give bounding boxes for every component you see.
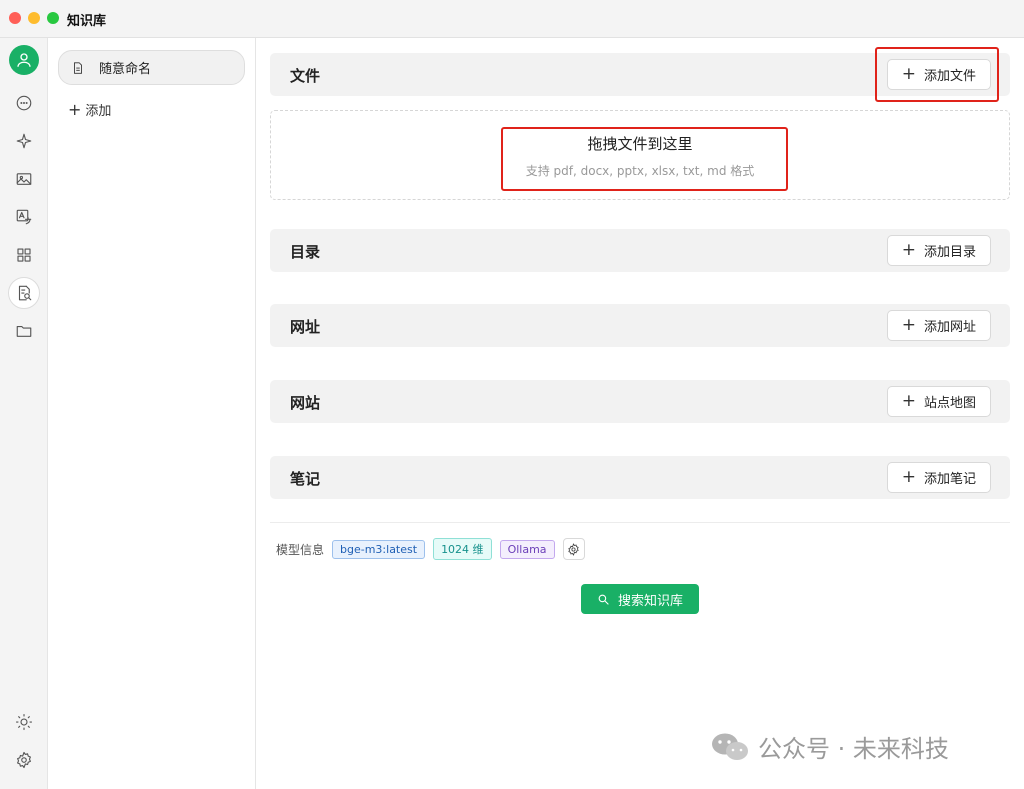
highlight-box-add-file — [875, 47, 999, 102]
model-dimension-tag: 1024 维 — [433, 538, 492, 560]
model-name-tag: bge-m3:latest — [332, 539, 426, 559]
plus-icon: + — [68, 99, 82, 119]
directory-section: 目录 + 添加目录 — [270, 229, 1010, 272]
gear-icon — [568, 542, 579, 556]
avatar-icon[interactable] — [9, 45, 39, 75]
model-provider-tag: Ollama — [499, 539, 555, 559]
add-url-label: 添加网址 — [923, 320, 976, 335]
search-knowledge-base-button[interactable]: 搜索知识库 — [581, 584, 699, 614]
maximize-window-button[interactable] — [47, 12, 59, 24]
knowledge-base-item[interactable]: 随意命名 — [58, 50, 245, 85]
add-note-label: 添加笔记 — [923, 472, 976, 487]
translate-icon[interactable] — [8, 201, 40, 233]
icon-sidebar — [0, 38, 48, 789]
url-section-title: 网址 — [290, 318, 321, 336]
add-note-button[interactable]: + 添加笔记 — [886, 462, 991, 493]
close-window-button[interactable] — [9, 12, 21, 24]
chat-icon[interactable] — [8, 87, 40, 119]
folder-icon[interactable] — [8, 315, 40, 347]
search-knowledge-base-label: 搜索知识库 — [617, 593, 683, 609]
model-info-row: 模型信息 bge-m3:latest 1024 维 Ollama — [276, 538, 585, 560]
add-knowledge-base-label: 添加 — [85, 104, 112, 119]
apps-icon[interactable] — [8, 239, 40, 271]
search-icon — [598, 594, 609, 605]
website-section: 网站 + 站点地图 — [270, 380, 1010, 423]
highlight-box-dropzone — [501, 127, 788, 191]
directory-section-title: 目录 — [290, 243, 321, 261]
model-info-label: 模型信息 — [276, 542, 325, 557]
file-section-title: 文件 — [290, 67, 321, 85]
sun-icon[interactable] — [8, 706, 40, 738]
knowledge-icon[interactable] — [8, 277, 40, 309]
plus-icon: + — [901, 391, 916, 411]
knowledge-base-list: 随意命名 + 添加 — [48, 38, 256, 789]
divider — [270, 522, 1010, 523]
plus-icon: + — [901, 315, 916, 335]
add-directory-button[interactable]: + 添加目录 — [886, 235, 991, 266]
notes-section-title: 笔记 — [290, 470, 321, 488]
sitemap-label: 站点地图 — [923, 396, 976, 411]
knowledge-base-name: 随意命名 — [99, 62, 152, 77]
plus-icon: + — [901, 467, 916, 487]
watermark: 公众号 · 未来科技 — [710, 729, 949, 764]
minimize-window-button[interactable] — [28, 12, 40, 24]
plus-icon: + — [901, 240, 916, 260]
add-url-button[interactable]: + 添加网址 — [886, 310, 991, 341]
watermark-text: 公众号 · 未来科技 — [758, 735, 949, 763]
model-settings-button[interactable] — [562, 538, 585, 560]
sitemap-button[interactable]: + 站点地图 — [886, 386, 991, 417]
sparkle-icon[interactable] — [8, 125, 40, 157]
url-section: 网址 + 添加网址 — [270, 304, 1010, 347]
title-bar: 知识库 — [0, 0, 1024, 38]
window-title: 知识库 — [67, 14, 107, 29]
wechat-icon — [712, 733, 748, 760]
add-directory-label: 添加目录 — [923, 245, 976, 260]
main-content: 文件 + 添加文件 拖拽文件到这里 支持 pdf, docx, pptx, xl… — [257, 38, 1024, 789]
document-icon — [74, 61, 82, 74]
image-icon[interactable] — [8, 163, 40, 195]
website-section-title: 网站 — [290, 394, 321, 412]
notes-section: 笔记 + 添加笔记 — [270, 456, 1010, 499]
add-knowledge-base-button[interactable]: + 添加 — [68, 100, 111, 119]
gear-icon[interactable] — [8, 744, 40, 776]
